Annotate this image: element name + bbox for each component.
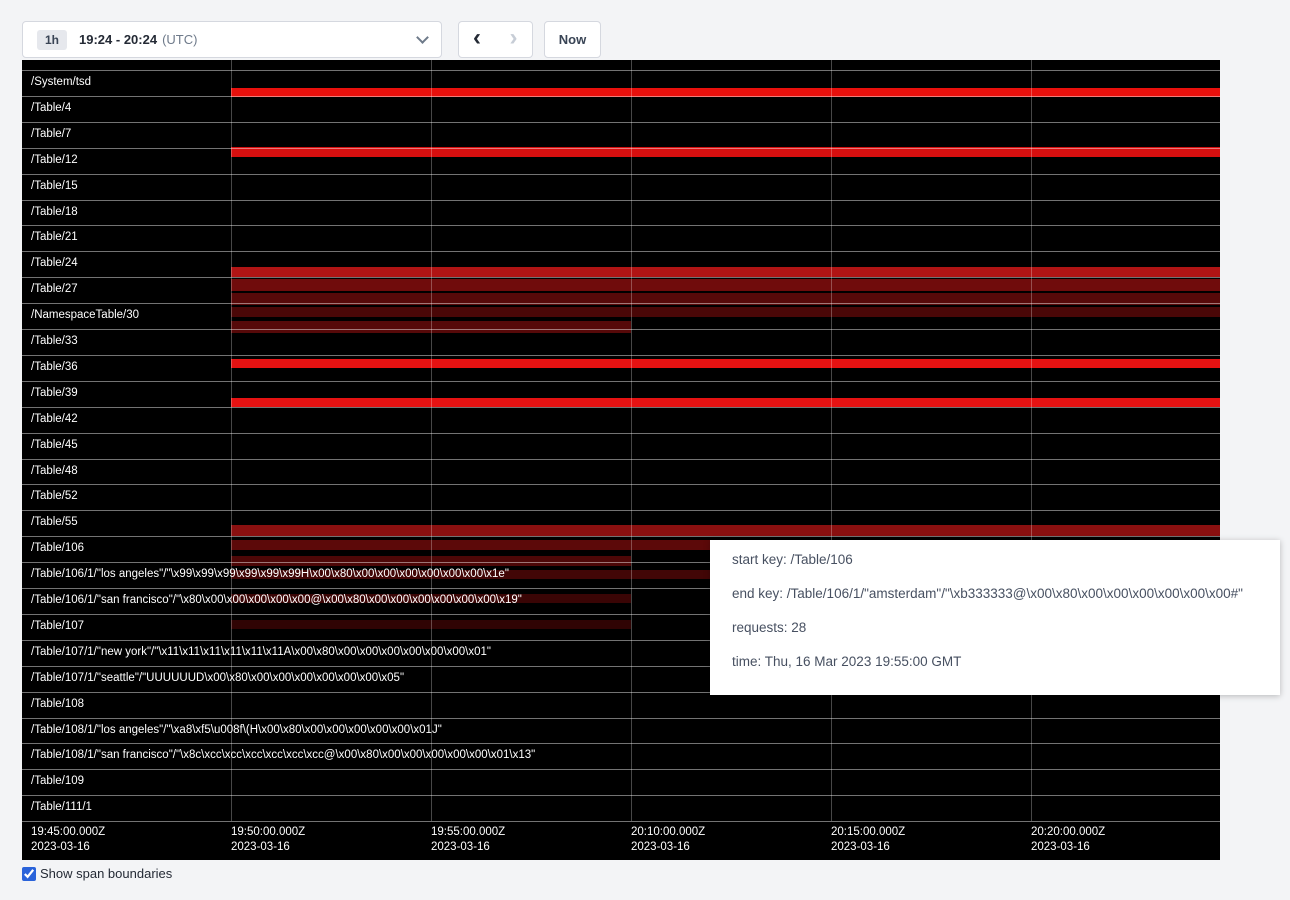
- row-label: /Table/107: [31, 620, 84, 633]
- tooltip-start-key: start key: /Table/106: [732, 553, 1258, 567]
- row-label: /Table/4: [31, 102, 71, 115]
- time-axis-label: 20:20:00.000Z2023-03-16: [1031, 825, 1105, 855]
- span-boundary-line: [22, 510, 1220, 511]
- row-label: /Table/42: [31, 413, 78, 426]
- span-boundary-line: [22, 381, 1220, 382]
- show-span-boundaries-checkbox[interactable]: [22, 867, 36, 881]
- time-axis-date: 2023-03-16: [31, 840, 105, 855]
- heatmap-band: [231, 279, 1220, 291]
- heatmap-band: [231, 398, 1220, 407]
- next-window-button[interactable]: ›: [495, 21, 533, 58]
- time-range-selector[interactable]: 1h 19:24 - 20:24 (UTC): [22, 21, 442, 58]
- time-axis-time: 19:55:00.000Z: [431, 825, 505, 840]
- span-boundary-line: [22, 536, 1220, 537]
- row-label: /Table/111/1: [31, 801, 92, 814]
- time-axis-date: 2023-03-16: [631, 840, 705, 855]
- heatmap-band: [231, 307, 1220, 317]
- span-boundary-line: [22, 225, 1220, 226]
- time-axis-time: 20:15:00.000Z: [831, 825, 905, 840]
- time-axis-time: 19:50:00.000Z: [231, 825, 305, 840]
- row-label: /Table/45: [31, 439, 78, 452]
- span-boundary-line: [22, 407, 1220, 408]
- time-axis-label: 19:55:00.000Z2023-03-16: [431, 825, 505, 855]
- chevron-down-icon: [416, 31, 429, 44]
- chevron-right-icon: ›: [510, 28, 518, 48]
- show-span-boundaries-label: Show span boundaries: [40, 866, 172, 881]
- span-boundary-line: [22, 484, 1220, 485]
- row-label: /Table/52: [31, 490, 78, 503]
- time-axis-date: 2023-03-16: [431, 840, 505, 855]
- time-axis-date: 2023-03-16: [231, 840, 305, 855]
- row-label: /Table/15: [31, 180, 78, 193]
- span-boundary-line: [22, 433, 1220, 434]
- prev-window-button[interactable]: ‹: [458, 21, 496, 58]
- row-label: /Table/18: [31, 206, 78, 219]
- time-axis-time: 20:10:00.000Z: [631, 825, 705, 840]
- tooltip-requests: requests: 28: [732, 621, 1258, 635]
- span-boundary-line: [22, 96, 1220, 97]
- time-axis-date: 2023-03-16: [831, 840, 905, 855]
- chevron-left-icon: ‹: [473, 28, 481, 48]
- row-label: /Table/106/1/"san francisco"/"\x80\x00\x…: [31, 594, 522, 607]
- span-boundary-line: [22, 174, 1220, 175]
- span-boundary-line: [22, 769, 1220, 770]
- span-boundary-line: [22, 355, 1220, 356]
- span-boundary-line: [22, 70, 1220, 71]
- row-label: /Table/108: [31, 698, 84, 711]
- time-axis-time: 20:20:00.000Z: [1031, 825, 1105, 840]
- time-range-label: 19:24 - 20:24: [79, 32, 157, 47]
- row-label: /Table/7: [31, 128, 71, 141]
- row-label: /Table/21: [31, 231, 78, 244]
- span-boundary-line: [22, 122, 1220, 123]
- row-label: /Table/48: [31, 465, 78, 478]
- row-label: /Table/12: [31, 154, 78, 167]
- span-boundary-line: [22, 459, 1220, 460]
- span-boundary-line: [22, 148, 1220, 149]
- time-axis-date: 2023-03-16: [1031, 840, 1105, 855]
- row-label: /Table/109: [31, 775, 84, 788]
- heatmap-canvas[interactable]: /System/tsd/Table/4/Table/7/Table/12/Tab…: [22, 60, 1220, 860]
- time-axis-label: 20:15:00.000Z2023-03-16: [831, 825, 905, 855]
- row-label: /Table/55: [31, 516, 78, 529]
- span-boundary-line: [22, 200, 1220, 201]
- row-label: /Table/108/1/"los angeles"/"\xa8\xf5\u00…: [31, 724, 442, 737]
- span-boundary-line: [22, 329, 1220, 330]
- heatmap-band: [231, 525, 1220, 536]
- row-label: /Table/33: [31, 335, 78, 348]
- now-button[interactable]: Now: [544, 21, 601, 58]
- time-range-timezone: (UTC): [162, 32, 197, 47]
- time-axis-time: 19:45:00.000Z: [31, 825, 105, 840]
- tooltip-time: time: Thu, 16 Mar 2023 19:55:00 GMT: [732, 655, 1258, 669]
- row-label: /System/tsd: [31, 76, 91, 89]
- span-boundary-line: [22, 303, 1220, 304]
- heatmap-band: [231, 359, 1220, 368]
- time-window-badge: 1h: [37, 30, 67, 50]
- span-boundary-line: [22, 251, 1220, 252]
- row-label: /Table/108/1/"san francisco"/"\x8c\xcc\x…: [31, 749, 535, 762]
- span-boundary-line: [22, 795, 1220, 796]
- span-boundary-line: [22, 743, 1220, 744]
- show-span-boundaries-control[interactable]: Show span boundaries: [22, 866, 172, 881]
- row-label: /Table/36: [31, 361, 78, 374]
- tooltip-end-key: end key: /Table/106/1/"amsterdam"/"\xb33…: [732, 587, 1258, 601]
- time-axis-label: 19:50:00.000Z2023-03-16: [231, 825, 305, 855]
- span-boundary-line: [22, 277, 1220, 278]
- heatmap-band: [231, 267, 1220, 277]
- row-label: /Table/39: [31, 387, 78, 400]
- time-axis-label: 19:45:00.000Z2023-03-16: [31, 825, 105, 855]
- time-axis-label: 20:10:00.000Z2023-03-16: [631, 825, 705, 855]
- row-label: /NamespaceTable/30: [31, 309, 139, 322]
- row-label: /Table/24: [31, 257, 78, 270]
- span-boundary-line: [22, 821, 1220, 822]
- row-label: /Table/107/1/"seattle"/"UUUUUUD\x00\x80\…: [31, 672, 404, 685]
- row-label: /Table/106: [31, 542, 84, 555]
- row-label: /Table/27: [31, 283, 78, 296]
- row-label: /Table/107/1/"new york"/"\x11\x11\x11\x1…: [31, 646, 491, 659]
- row-label: /Table/106/1/"los angeles"/"\x99\x99\x99…: [31, 568, 509, 581]
- span-boundary-line: [22, 718, 1220, 719]
- bucket-tooltip: start key: /Table/106 end key: /Table/10…: [710, 540, 1280, 695]
